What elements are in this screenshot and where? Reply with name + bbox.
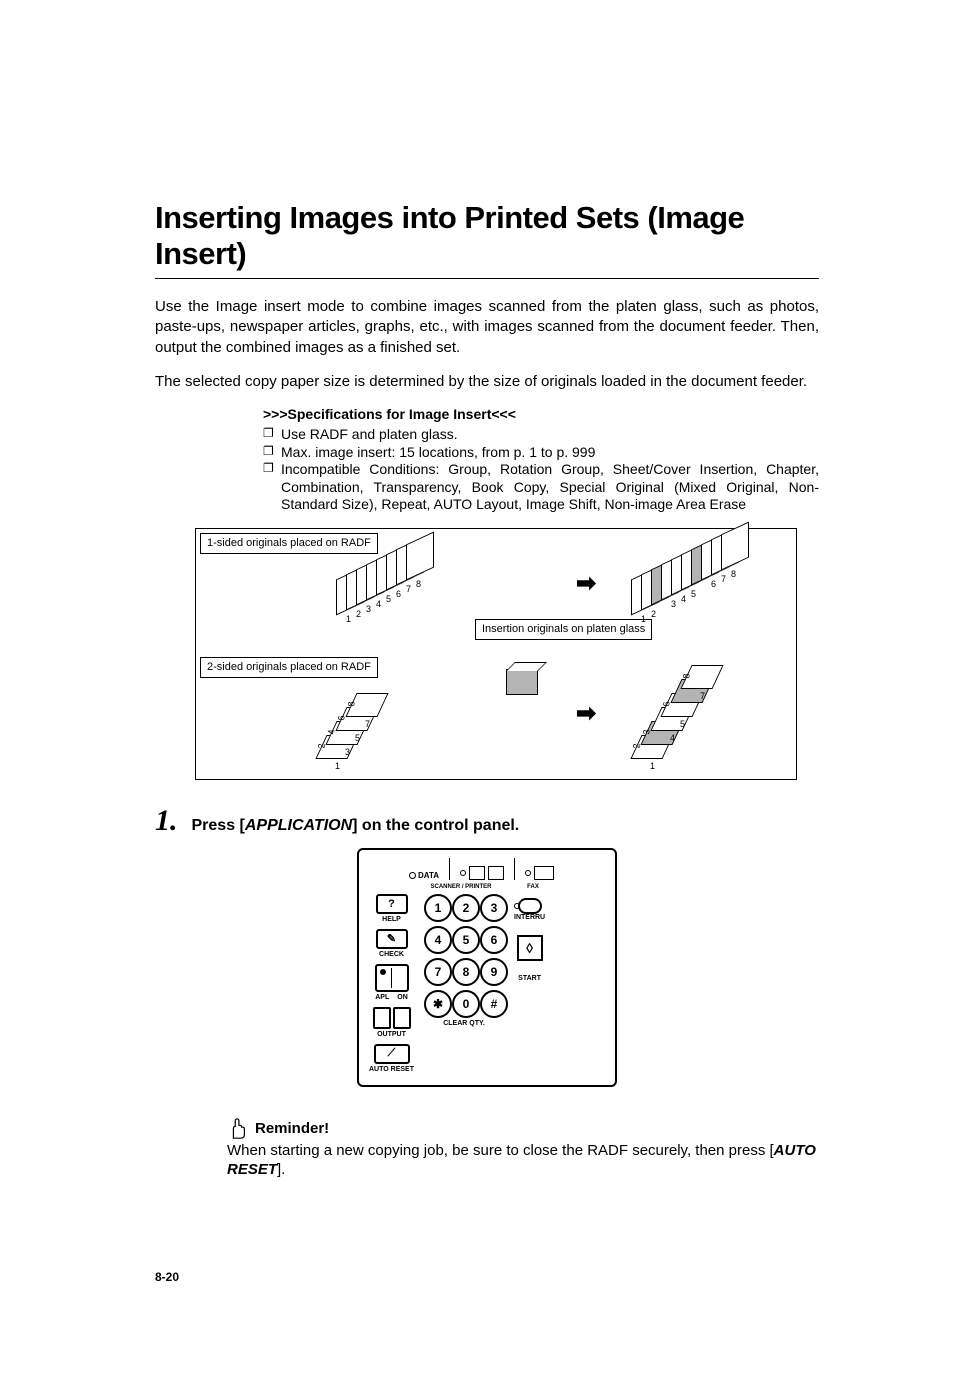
- reminder-block: Reminder! When starting a new copying jo…: [227, 1117, 819, 1180]
- specifications-block: >>>Specifications for Image Insert<<< Us…: [263, 406, 819, 514]
- key-hash[interactable]: #: [480, 990, 508, 1018]
- page-title: Inserting Images into Printed Sets (Imag…: [155, 200, 819, 272]
- data-indicator-label: DATA: [418, 871, 439, 880]
- check-label: CHECK: [379, 951, 404, 958]
- application-rocker[interactable]: [375, 964, 409, 992]
- reminder-text: When starting a new copying job, be sure…: [227, 1141, 819, 1180]
- fax-icon: [534, 866, 554, 880]
- arrow-top: ➡: [576, 569, 596, 598]
- spec-heading: >>>Specifications for Image Insert<<<: [263, 406, 819, 422]
- key-1[interactable]: 1: [424, 894, 452, 922]
- output-buttons[interactable]: [373, 1007, 411, 1029]
- step-number: 1.: [155, 804, 178, 838]
- check-button[interactable]: ✎: [376, 929, 408, 949]
- auto-reset-label: AUTO RESET: [369, 1066, 414, 1073]
- platen-glass-icon: [506, 669, 538, 695]
- on-label: ON: [397, 994, 408, 1001]
- key-4[interactable]: 4: [424, 926, 452, 954]
- interrupt-button[interactable]: [518, 898, 542, 914]
- key-9[interactable]: 9: [480, 958, 508, 986]
- label-2sided: 2-sided originals placed on RADF: [200, 657, 378, 678]
- help-button[interactable]: ?: [376, 894, 408, 914]
- key-8[interactable]: 8: [452, 958, 480, 986]
- start-label: START: [518, 975, 541, 982]
- label-insertion: Insertion originals on platen glass: [475, 619, 652, 640]
- scanner-printer-label: SCANNER / PRINTER: [415, 884, 507, 890]
- help-label: HELP: [382, 916, 401, 923]
- fax-label: FAX: [513, 884, 553, 890]
- key-star[interactable]: ✱: [424, 990, 452, 1018]
- output-label: OUTPUT: [377, 1031, 406, 1038]
- key-0[interactable]: 0: [452, 990, 480, 1018]
- clear-qty-label: CLEAR QTY.: [424, 1020, 504, 1027]
- reminder-heading: Reminder!: [255, 1119, 329, 1139]
- scanner-icon: [469, 866, 485, 880]
- spec-item-1: Use RADF and platen glass.: [263, 426, 819, 444]
- key-3[interactable]: 3: [480, 894, 508, 922]
- stop-button[interactable]: ◊: [517, 935, 543, 961]
- numeric-keypad: 1 2 3 4 5 6 7 8 9 ✱ 0 #: [424, 894, 504, 1018]
- page-number: 8-20: [155, 1270, 819, 1284]
- spec-item-2: Max. image insert: 15 locations, from p.…: [263, 444, 819, 462]
- step-text: Press [APPLICATION] on the control panel…: [192, 817, 520, 835]
- spec-item-3: Incompatible Conditions: Group, Rotation…: [263, 461, 819, 514]
- printer-icon: [488, 866, 504, 880]
- key-7[interactable]: 7: [424, 958, 452, 986]
- key-2[interactable]: 2: [452, 894, 480, 922]
- title-rule: [155, 278, 819, 279]
- apl-label: APL: [375, 994, 389, 1001]
- image-insert-diagram: 1-sided originals placed on RADF 2-sided…: [195, 528, 797, 780]
- step-1: 1. Press [APPLICATION] on the control pa…: [155, 804, 819, 838]
- key-5[interactable]: 5: [452, 926, 480, 954]
- reminder-hand-icon: [227, 1117, 249, 1141]
- intro-paragraph-2: The selected copy paper size is determin…: [155, 372, 819, 392]
- auto-reset-button[interactable]: ⟋: [374, 1044, 410, 1064]
- arrow-bottom: ➡: [576, 699, 596, 728]
- interrupt-label: INTERRU: [514, 914, 545, 921]
- label-1sided: 1-sided originals placed on RADF: [200, 533, 378, 554]
- key-6[interactable]: 6: [480, 926, 508, 954]
- intro-paragraph-1: Use the Image insert mode to combine ima…: [155, 297, 819, 358]
- control-panel-illustration: DATA SCANNER / PRINTER FAX ? HELP ✎: [357, 848, 617, 1087]
